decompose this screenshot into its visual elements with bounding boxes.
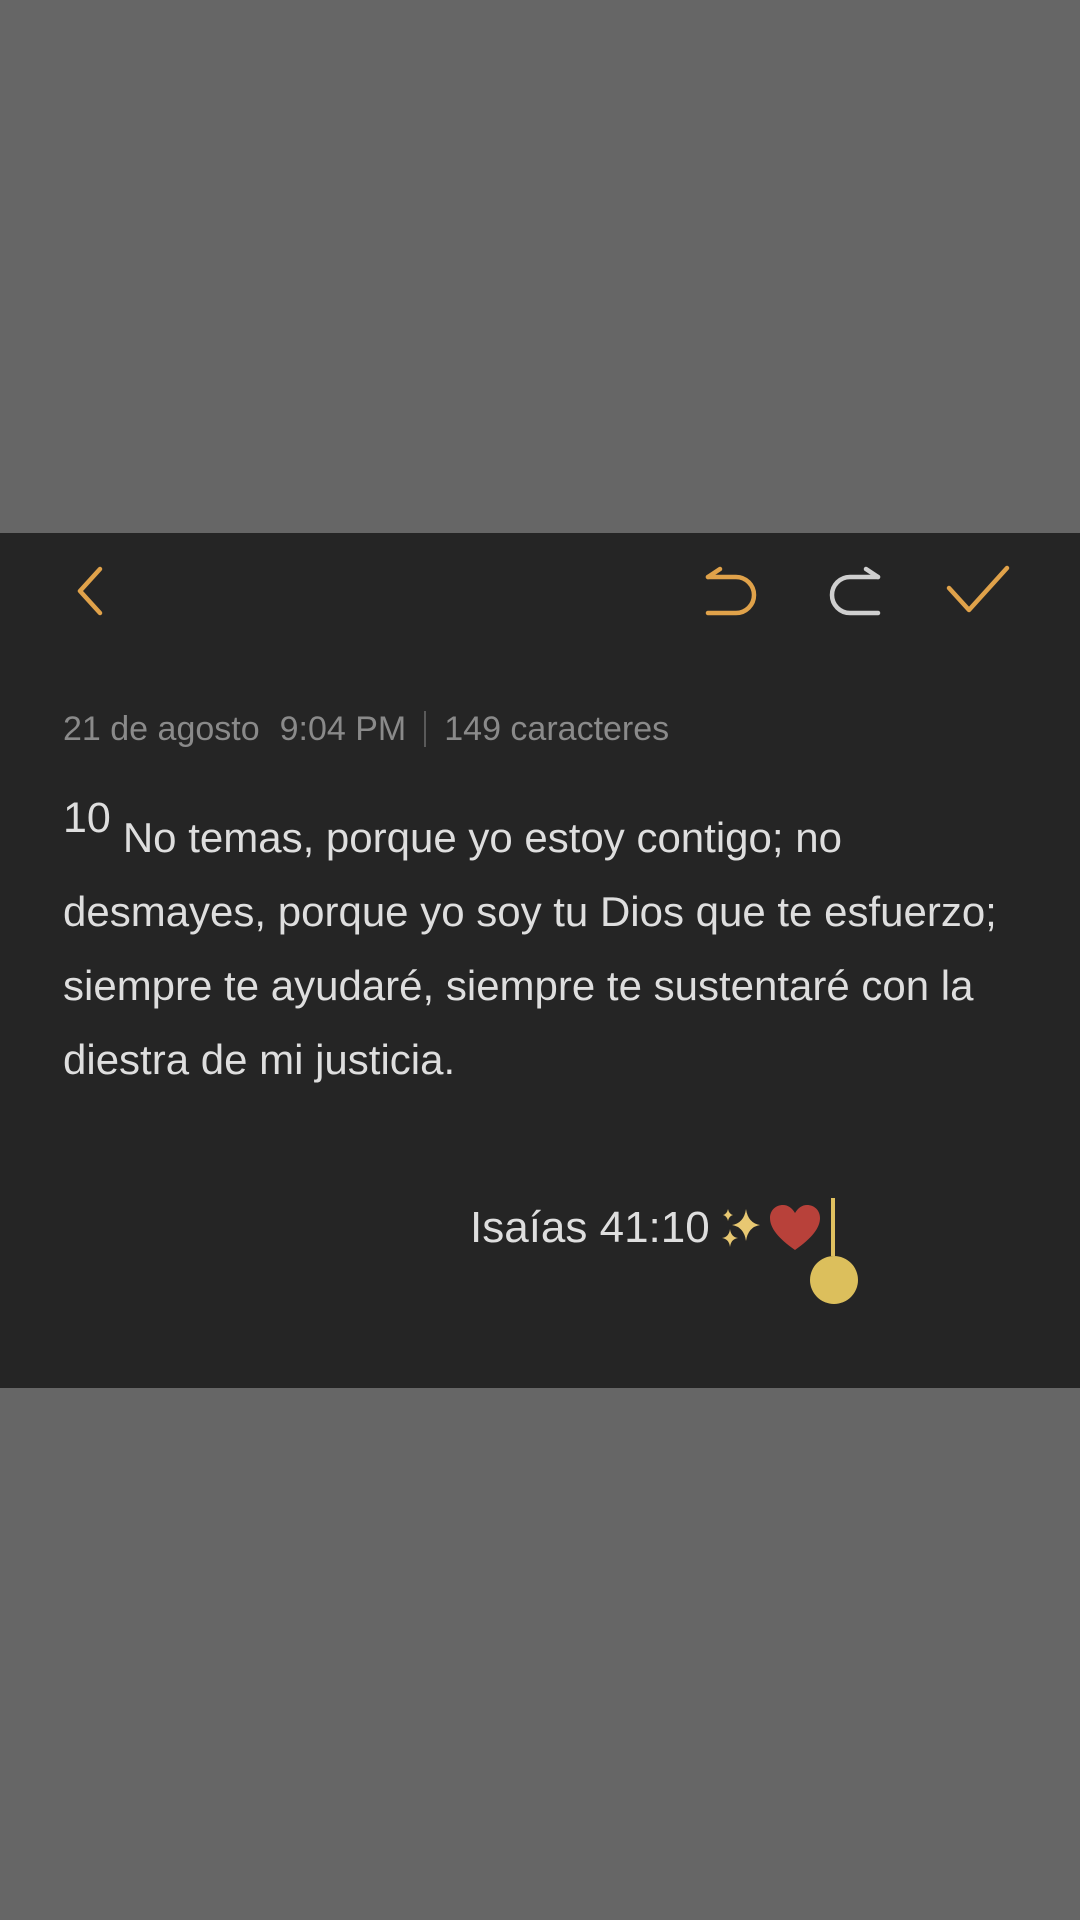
note-body-text[interactable]: 10 No temas, porque yo estoy contigo; no … [63,794,1023,1097]
note-metadata: 21 de agosto 9:04 PM 149 caracteres [63,709,669,749]
note-date: 21 de agosto [63,709,260,748]
verse-reference-line[interactable]: Isaías 41:10 [470,1191,822,1265]
save-button[interactable] [933,546,1023,636]
note-editor-panel: 21 de agosto 9:04 PM 149 caracteres 10 No… [0,533,1080,1388]
text-cursor [831,1198,835,1256]
cursor-drag-handle[interactable] [810,1256,858,1304]
chevron-left-icon [77,566,103,616]
character-count: 149 caracteres [444,709,670,748]
note-time: 9:04 PM [279,709,407,748]
red-heart-icon [768,1204,822,1252]
verse-reference: Isaías 41:10 [470,1203,710,1252]
verse-number: 10 [63,794,111,842]
undo-button[interactable] [686,546,776,636]
back-button[interactable] [45,546,135,636]
redo-button[interactable] [810,546,900,636]
undo-icon [705,566,757,616]
sparkles-icon [718,1205,764,1251]
metadata-divider [424,711,427,747]
redo-icon [829,566,881,616]
verse-text: No temas, porque yo estoy contigo; no de… [63,814,997,1083]
checkmark-icon [946,565,1010,613]
